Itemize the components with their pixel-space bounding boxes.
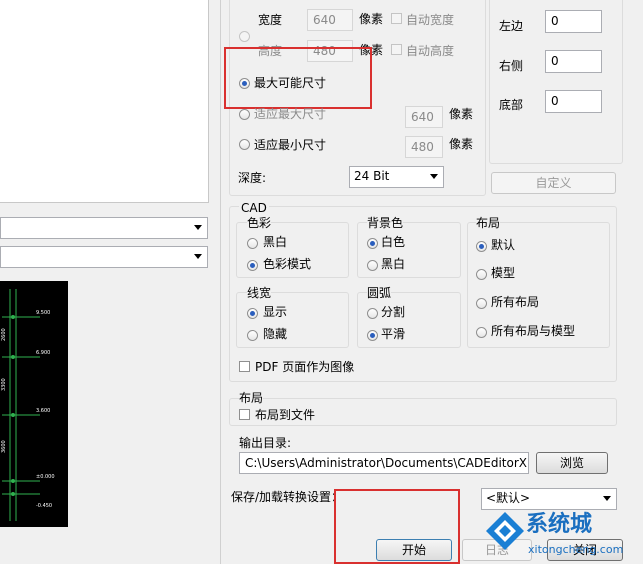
top-white-panel bbox=[0, 0, 209, 203]
bg-black-radio[interactable] bbox=[367, 260, 378, 271]
cad-preview: 9.500 6.900 3.600 ±0.000 -0.450 2600 330… bbox=[0, 281, 68, 527]
arc-split-radio[interactable] bbox=[367, 308, 378, 319]
fit-min-input[interactable]: 480 bbox=[405, 136, 443, 158]
depth-select[interactable]: 24 Bit bbox=[349, 166, 444, 188]
save-settings-label: 保存/加载转换设置： bbox=[231, 490, 344, 504]
bg-white-label: 白色 bbox=[381, 235, 406, 249]
layout-all-label: 所有布局 bbox=[491, 295, 540, 309]
arc-split-label: 分割 bbox=[381, 305, 406, 319]
auto-height-label: 自动高度 bbox=[406, 44, 455, 58]
left-combo-1[interactable] bbox=[0, 217, 208, 239]
bg-black-label: 黑白 bbox=[381, 257, 406, 271]
margin-bottom-label: 底部 bbox=[499, 98, 524, 112]
watermark-url: xitongcheng.com bbox=[528, 543, 624, 556]
watermark: 系统城 xitongcheng.com bbox=[478, 506, 643, 564]
margin-left-label: 左边 bbox=[499, 19, 524, 33]
auto-width-checkbox[interactable] bbox=[391, 13, 402, 24]
save-settings-value: <默认> bbox=[486, 491, 531, 505]
elevation-label: ±0.000 bbox=[36, 474, 55, 480]
width-input[interactable]: 640 bbox=[307, 9, 353, 31]
fit-max-radio[interactable] bbox=[239, 109, 250, 120]
lineweight-show-label: 显示 bbox=[263, 305, 288, 319]
margin-right-input[interactable]: 0 bbox=[545, 50, 602, 73]
custom-button[interactable]: 自定义 bbox=[491, 172, 616, 194]
auto-height-checkbox[interactable] bbox=[391, 44, 402, 55]
fit-min-unit: 像素 bbox=[449, 137, 474, 151]
arc-smooth-label: 平滑 bbox=[381, 327, 406, 341]
dim-label: 3600 bbox=[1, 440, 7, 453]
lineweight-title: 线宽 bbox=[247, 285, 272, 301]
margin-right-label: 右侧 bbox=[499, 59, 524, 73]
left-preview-area: 9.500 6.900 3.600 ±0.000 -0.450 2600 330… bbox=[0, 0, 216, 564]
depth-label: 深度: bbox=[238, 171, 267, 185]
left-combo-2[interactable] bbox=[0, 246, 208, 268]
custom-size-radio[interactable] bbox=[239, 31, 250, 42]
margin-bottom-input[interactable]: 0 bbox=[545, 90, 602, 113]
chevron-down-icon bbox=[603, 496, 611, 501]
arc-smooth-radio[interactable] bbox=[367, 330, 378, 341]
fit-max-unit: 像素 bbox=[449, 107, 474, 121]
color-bw-radio[interactable] bbox=[247, 238, 258, 249]
dim-label: 3300 bbox=[1, 378, 7, 391]
layout-to-file-label: 布局到文件 bbox=[255, 408, 316, 422]
width-label: 宽度 bbox=[258, 13, 283, 27]
elevation-label: 6.900 bbox=[36, 350, 50, 356]
output-path-input[interactable]: C:\Users\Administrator\Documents\CADEdit… bbox=[239, 452, 529, 474]
layout-all-model-label: 所有布局与模型 bbox=[491, 324, 576, 338]
layout-all-model-radio[interactable] bbox=[476, 327, 487, 338]
auto-width-label: 自动宽度 bbox=[406, 13, 455, 27]
watermark-logo-icon bbox=[486, 512, 524, 550]
browse-button[interactable]: 浏览 bbox=[536, 452, 608, 474]
bg-white-radio[interactable] bbox=[367, 238, 378, 249]
layout-model-radio[interactable] bbox=[476, 269, 487, 280]
pdf-as-image-label: PDF 页面作为图像 bbox=[255, 360, 355, 374]
margin-left-input[interactable]: 0 bbox=[545, 10, 602, 33]
cad-drawing-svg: 9.500 6.900 3.600 ±0.000 -0.450 2600 330… bbox=[1, 289, 55, 521]
fit-max-label: 适应最大尺寸 bbox=[254, 107, 327, 121]
layout-default-label: 默认 bbox=[491, 238, 516, 252]
arc-title: 圆弧 bbox=[367, 285, 392, 301]
lineweight-hide-label: 隐藏 bbox=[263, 327, 288, 341]
layout-section-title: 布局 bbox=[239, 390, 264, 406]
layout-options-title: 布局 bbox=[476, 215, 501, 231]
cad-title: CAD bbox=[239, 200, 269, 216]
color-title: 色彩 bbox=[247, 215, 272, 231]
layout-all-radio[interactable] bbox=[476, 298, 487, 309]
output-dir-label: 输出目录: bbox=[239, 436, 292, 450]
depth-select-value: 24 Bit bbox=[354, 169, 390, 183]
width-unit: 像素 bbox=[359, 12, 384, 26]
chevron-down-icon bbox=[194, 254, 202, 259]
fit-min-label: 适应最小尺寸 bbox=[254, 138, 327, 152]
chevron-down-icon bbox=[430, 174, 438, 179]
dim-label: 2600 bbox=[1, 328, 7, 341]
layout-default-radio[interactable] bbox=[476, 241, 487, 252]
chevron-down-icon bbox=[194, 225, 202, 230]
elevation-label: -0.450 bbox=[36, 503, 52, 509]
highlight-box-start bbox=[334, 489, 460, 564]
elevation-label: 9.500 bbox=[36, 310, 50, 316]
lineweight-hide-radio[interactable] bbox=[247, 330, 258, 341]
elevation-label: 3.600 bbox=[36, 408, 50, 414]
bg-title: 背景色 bbox=[367, 215, 404, 231]
color-mode-radio[interactable] bbox=[247, 260, 258, 271]
lineweight-show-radio[interactable] bbox=[247, 308, 258, 319]
color-bw-label: 黑白 bbox=[263, 235, 288, 249]
watermark-brand: 系统城 bbox=[526, 512, 593, 537]
layout-to-file-checkbox[interactable] bbox=[239, 409, 250, 420]
pdf-as-image-checkbox[interactable] bbox=[239, 361, 250, 372]
layout-model-label: 模型 bbox=[491, 266, 516, 280]
options-panel: 宽度 640 像素 自动宽度 高度 480 像素 自动高度 最大可能尺寸 适应最… bbox=[220, 0, 643, 564]
fit-min-radio[interactable] bbox=[239, 139, 250, 150]
highlight-box-max-size bbox=[224, 47, 372, 109]
color-mode-label: 色彩模式 bbox=[263, 257, 312, 271]
fit-max-input[interactable]: 640 bbox=[405, 106, 443, 128]
